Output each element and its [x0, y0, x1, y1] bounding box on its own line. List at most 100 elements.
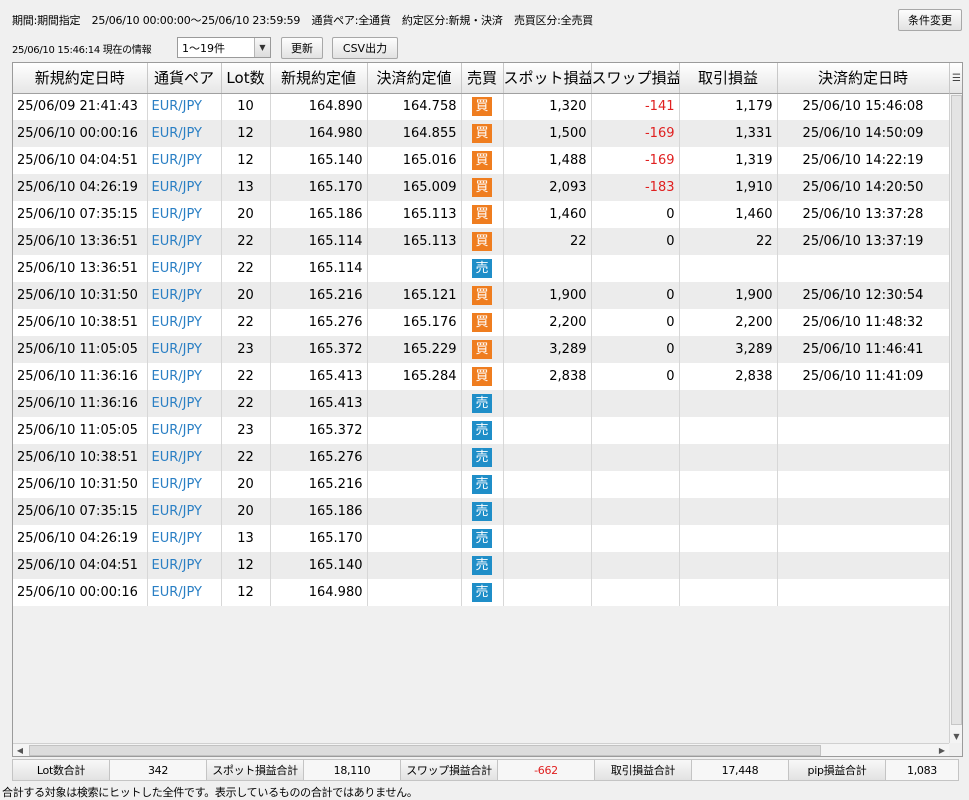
- col-header-close-time[interactable]: 決済約定日時: [777, 63, 950, 94]
- range-select[interactable]: 1〜19件 ▼: [177, 37, 271, 58]
- cell-open-time: 25/06/10 04:04:51: [13, 552, 148, 579]
- cell-open-price: 165.114: [270, 228, 368, 255]
- cell-pair[interactable]: EUR/JPY: [147, 255, 222, 282]
- filter-period: 期間:期間指定: [12, 14, 81, 27]
- col-header-side[interactable]: 売買: [461, 63, 504, 94]
- table-row[interactable]: 25/06/09 21:41:43 EUR/JPY 10 164.890 164.758…: [13, 93, 950, 120]
- cell-pair[interactable]: EUR/JPY: [147, 201, 222, 228]
- table-row[interactable]: 25/06/10 13:36:51 EUR/JPY 22 165.114 売: [13, 255, 950, 282]
- cell-trade-pl: [679, 444, 778, 471]
- table-row[interactable]: 25/06/10 04:26:19 EUR/JPY 13 165.170 売: [13, 525, 950, 552]
- cell-pair[interactable]: EUR/JPY: [147, 174, 222, 201]
- cell-pair[interactable]: EUR/JPY: [147, 147, 222, 174]
- table-row[interactable]: 25/06/10 10:31:50 EUR/JPY 20 165.216 売: [13, 471, 950, 498]
- col-header-close-price[interactable]: 決済約定値: [367, 63, 462, 94]
- scroll-right-arrow-icon[interactable]: ▶: [935, 744, 949, 756]
- table-row[interactable]: 25/06/10 04:26:19 EUR/JPY 13 165.170 165.009…: [13, 174, 950, 201]
- sell-badge: 売: [472, 556, 492, 575]
- buy-badge: 買: [472, 97, 492, 117]
- cell-spot-pl: [503, 444, 592, 471]
- cell-close-price: [367, 390, 462, 417]
- cell-pair[interactable]: EUR/JPY: [147, 444, 222, 471]
- cell-spot-pl: 1,320: [503, 93, 592, 120]
- table-row[interactable]: 25/06/10 13:36:51 EUR/JPY 22 165.114 165.113…: [13, 228, 950, 255]
- table-row[interactable]: 25/06/10 10:31:50 EUR/JPY 20 165.216 165.121…: [13, 282, 950, 309]
- cell-side: 売: [461, 579, 504, 606]
- cell-pair[interactable]: EUR/JPY: [147, 120, 222, 147]
- table-row[interactable]: 25/06/10 10:38:51 EUR/JPY 22 165.276 売: [13, 444, 950, 471]
- sell-badge: 売: [472, 421, 492, 440]
- cell-pair[interactable]: EUR/JPY: [147, 579, 222, 606]
- cell-pair[interactable]: EUR/JPY: [147, 363, 222, 390]
- cell-pair[interactable]: EUR/JPY: [147, 282, 222, 309]
- scroll-down-arrow-icon[interactable]: ▼: [950, 729, 962, 743]
- vertical-scroll-thumb[interactable]: [951, 95, 962, 725]
- cell-pair[interactable]: EUR/JPY: [147, 336, 222, 363]
- cell-spot-pl: 2,093: [503, 174, 592, 201]
- csv-export-button[interactable]: CSV出力: [332, 37, 398, 59]
- cell-pair[interactable]: EUR/JPY: [147, 93, 222, 120]
- table-row[interactable]: 25/06/10 11:36:16 EUR/JPY 22 165.413 165.284…: [13, 363, 950, 390]
- table-row[interactable]: 25/06/10 04:04:51 EUR/JPY 12 165.140 165.016…: [13, 147, 950, 174]
- cell-open-time: 25/06/10 11:05:05: [13, 336, 148, 363]
- table-row[interactable]: 25/06/10 04:04:51 EUR/JPY 12 165.140 売: [13, 552, 950, 579]
- chevron-down-icon[interactable]: ▼: [254, 38, 270, 57]
- buy-badge: 買: [472, 286, 492, 305]
- cell-pair[interactable]: EUR/JPY: [147, 417, 222, 444]
- col-header-spot-pl[interactable]: スポット損益: [503, 63, 592, 94]
- total-spot-label: スポット損益合計: [206, 759, 304, 781]
- sell-badge: 売: [472, 475, 492, 494]
- table-row[interactable]: 25/06/10 11:36:16 EUR/JPY 22 165.413 売: [13, 390, 950, 417]
- scroll-left-arrow-icon[interactable]: ◀: [13, 744, 27, 756]
- sell-badge: 売: [472, 529, 492, 548]
- sell-badge: 売: [472, 394, 492, 413]
- cell-swap-pl: 0: [591, 282, 680, 309]
- change-conditions-button[interactable]: 条件変更: [898, 9, 962, 31]
- cell-pair[interactable]: EUR/JPY: [147, 471, 222, 498]
- buy-badge: 買: [472, 205, 492, 224]
- cell-pair[interactable]: EUR/JPY: [147, 552, 222, 579]
- cell-swap-pl: [591, 525, 680, 552]
- column-menu-icon[interactable]: ☰: [949, 63, 962, 94]
- cell-spot-pl: [503, 417, 592, 444]
- col-header-lots[interactable]: Lot数: [221, 63, 271, 94]
- cell-pair[interactable]: EUR/JPY: [147, 309, 222, 336]
- table-row[interactable]: 25/06/10 00:00:16 EUR/JPY 12 164.980 164.855…: [13, 120, 950, 147]
- cell-pair[interactable]: EUR/JPY: [147, 525, 222, 552]
- horizontal-scrollbar[interactable]: ◀ ▶: [13, 743, 949, 756]
- cell-swap-pl: [591, 417, 680, 444]
- total-pip-value: 1,083: [885, 759, 959, 781]
- cell-trade-pl: [679, 390, 778, 417]
- col-header-trade-pl[interactable]: 取引損益: [679, 63, 778, 94]
- cell-pair[interactable]: EUR/JPY: [147, 390, 222, 417]
- table-row[interactable]: 25/06/10 07:35:15 EUR/JPY 20 165.186 売: [13, 498, 950, 525]
- col-header-pair[interactable]: 通貨ペア: [147, 63, 222, 94]
- vertical-scrollbar[interactable]: ▼: [949, 94, 962, 743]
- table-row[interactable]: 25/06/10 11:05:05 EUR/JPY 23 165.372 165.229…: [13, 336, 950, 363]
- cell-open-time: 25/06/10 10:31:50: [13, 282, 148, 309]
- cell-open-price: 165.413: [270, 363, 368, 390]
- col-header-open-time[interactable]: 新規約定日時: [13, 63, 148, 94]
- cell-lots: 20: [221, 498, 271, 525]
- cell-open-price: 165.413: [270, 390, 368, 417]
- cell-pair[interactable]: EUR/JPY: [147, 228, 222, 255]
- cell-swap-pl: 0: [591, 201, 680, 228]
- cell-trade-pl: [679, 255, 778, 282]
- cell-open-time: 25/06/10 11:36:16: [13, 363, 148, 390]
- col-header-swap-pl[interactable]: スワップ損益: [591, 63, 680, 94]
- cell-close-time: [777, 255, 950, 282]
- horizontal-scroll-thumb[interactable]: [29, 745, 821, 756]
- filter-summary: 期間:期間指定 25/06/10 00:00:00〜25/06/10 23:59…: [12, 12, 601, 28]
- table-row[interactable]: 25/06/10 07:35:15 EUR/JPY 20 165.186 165.113…: [13, 201, 950, 228]
- col-header-open-price[interactable]: 新規約定値: [270, 63, 368, 94]
- cell-open-price: 165.186: [270, 201, 368, 228]
- cell-close-time: [777, 471, 950, 498]
- cell-open-time: 25/06/10 10:38:51: [13, 309, 148, 336]
- cell-open-time: 25/06/10 13:36:51: [13, 228, 148, 255]
- table-row[interactable]: 25/06/10 11:05:05 EUR/JPY 23 165.372 売: [13, 417, 950, 444]
- cell-pair[interactable]: EUR/JPY: [147, 498, 222, 525]
- refresh-button[interactable]: 更新: [281, 37, 323, 59]
- cell-lots: 22: [221, 255, 271, 282]
- table-row[interactable]: 25/06/10 10:38:51 EUR/JPY 22 165.276 165.176…: [13, 309, 950, 336]
- table-row[interactable]: 25/06/10 00:00:16 EUR/JPY 12 164.980 売: [13, 579, 950, 606]
